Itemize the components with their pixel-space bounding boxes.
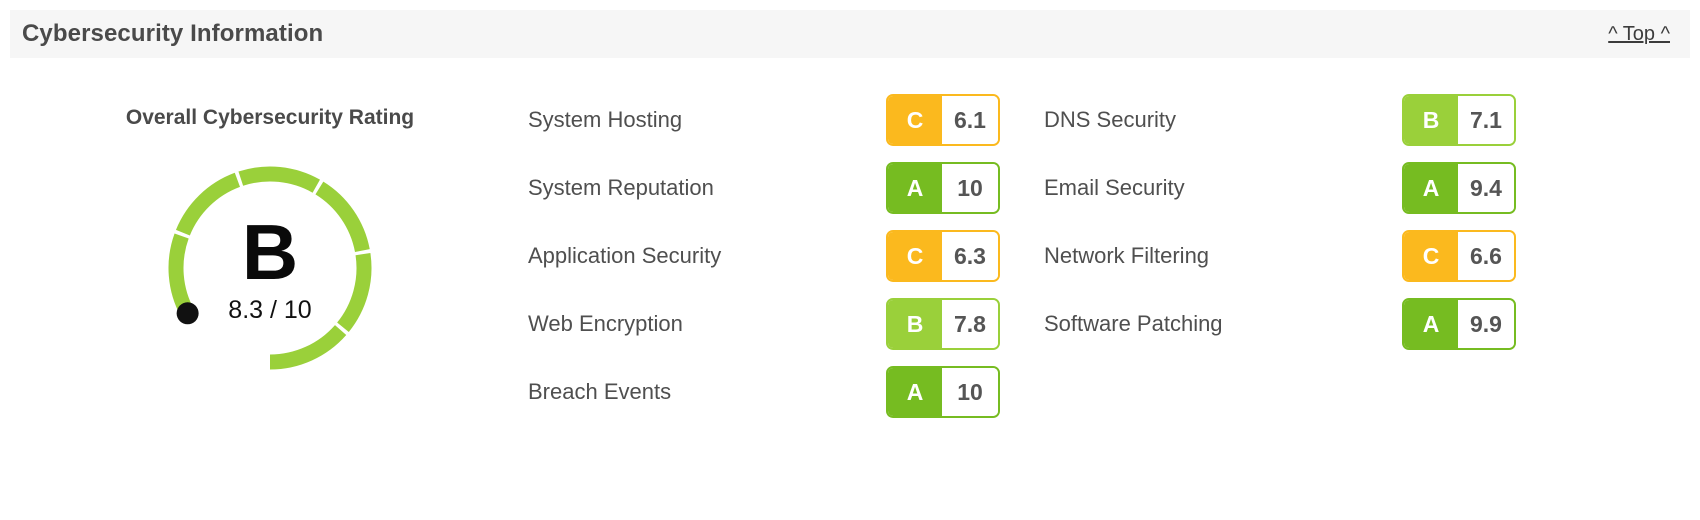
grade-pill[interactable]: C 6.1 (886, 94, 1000, 146)
metric-badge-slot: A 10 (886, 366, 1016, 418)
metric-label: Software Patching (1044, 311, 1223, 336)
metric-row: System Reputation A 10 (500, 154, 1016, 222)
metric-label: Email Security (1044, 175, 1185, 200)
grade-pill[interactable]: A 9.4 (1402, 162, 1516, 214)
metric-badge-slot: B 7.8 (886, 298, 1016, 350)
metric-row: Network Filtering C 6.6 (1016, 222, 1532, 290)
grade-pill-value: 9.9 (1458, 300, 1514, 348)
grade-pill-value: 7.1 (1458, 96, 1514, 144)
grade-pill-letter: A (1404, 300, 1458, 348)
page-title: Cybersecurity Information (22, 20, 324, 47)
grade-pill-value: 6.3 (942, 232, 998, 280)
grade-pill-letter: A (888, 368, 942, 416)
grade-pill-letter: B (888, 300, 942, 348)
grade-pill-letter: A (1404, 164, 1458, 212)
grade-pill[interactable]: B 7.8 (886, 298, 1000, 350)
grade-pill-value: 7.8 (942, 300, 998, 348)
metric-row: Web Encryption B 7.8 (500, 290, 1016, 358)
grade-pill[interactable]: B 7.1 (1402, 94, 1516, 146)
grade-pill-letter: C (888, 96, 942, 144)
grade-pill-value: 6.6 (1458, 232, 1514, 280)
grade-pill-letter: C (1404, 232, 1458, 280)
overall-rating-gauge: B 8.3 / 10 (154, 152, 386, 384)
metric-row: Application Security C 6.3 (500, 222, 1016, 290)
metric-badge-slot: C 6.3 (886, 230, 1016, 282)
metric-row: System Hosting C 6.1 (500, 86, 1016, 154)
metrics-column-right: DNS Security B 7.1 Email Security A 9.4 Networ… (1016, 86, 1532, 426)
grade-pill[interactable]: A 9.9 (1402, 298, 1516, 350)
panel-body: Overall Cybersecurity Rating B 8.3 / 10 … (0, 58, 1700, 520)
gauge-center-labels: B 8.3 / 10 (154, 152, 386, 384)
gauge-grade-letter: B (241, 208, 299, 297)
metric-label: Application Security (528, 243, 722, 268)
grade-pill-value: 10 (942, 164, 998, 212)
metric-label: Web Encryption (528, 311, 683, 336)
metric-label: Network Filtering (1044, 243, 1210, 268)
metric-row: Email Security A 9.4 (1016, 154, 1532, 222)
metric-row: DNS Security B 7.1 (1016, 86, 1532, 154)
metric-badge-slot: A 10 (886, 162, 1016, 214)
metric-badge-slot: A 9.4 (1402, 162, 1532, 214)
metric-label: Breach Events (528, 379, 672, 404)
metric-row: Software Patching A 9.9 (1016, 290, 1532, 358)
metric-badge-slot: A 9.9 (1402, 298, 1532, 350)
metric-label: System Hosting (528, 107, 683, 132)
grade-pill[interactable]: C 6.6 (1402, 230, 1516, 282)
grade-pill[interactable]: C 6.3 (886, 230, 1000, 282)
grade-pill-letter: A (888, 164, 942, 212)
metric-badge-slot: C 6.1 (886, 94, 1016, 146)
grade-pill-value: 6.1 (942, 96, 998, 144)
grade-pill-letter: C (888, 232, 942, 280)
grade-pill-value: 9.4 (1458, 164, 1514, 212)
metric-row: Breach Events A 10 (500, 358, 1016, 426)
overall-rating-block: Overall Cybersecurity Rating B 8.3 / 10 (80, 58, 460, 384)
back-to-top-link[interactable]: ^ Top ^ (1608, 23, 1676, 46)
grade-pill[interactable]: A 10 (886, 366, 1000, 418)
grade-pill[interactable]: A 10 (886, 162, 1000, 214)
metrics-area: System Hosting C 6.1 System Reputation A 10 Ap… (500, 86, 1660, 426)
grade-pill-value: 10 (942, 368, 998, 416)
metric-label: System Reputation (528, 175, 714, 200)
panel-header: Cybersecurity Information ^ Top ^ (10, 10, 1690, 58)
grade-pill-letter: B (1404, 96, 1458, 144)
metric-badge-slot: B 7.1 (1402, 94, 1532, 146)
metrics-column-left: System Hosting C 6.1 System Reputation A 10 Ap… (500, 86, 1016, 426)
metric-badge-slot: C 6.6 (1402, 230, 1532, 282)
metric-label: DNS Security (1044, 107, 1177, 132)
gauge-score-text: 8.3 / 10 (228, 295, 312, 324)
overall-rating-heading: Overall Cybersecurity Rating (125, 106, 415, 129)
